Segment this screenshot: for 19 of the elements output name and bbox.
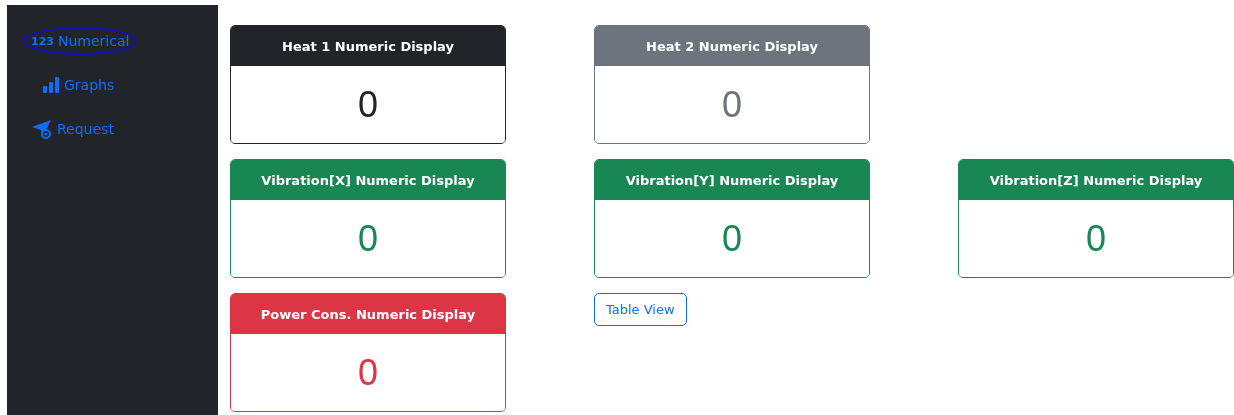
- card-header: Heat 1 Numeric Display: [231, 26, 505, 66]
- card-header: Vibration[Y] Numeric Display: [595, 160, 869, 200]
- sidebar-item[interactable]: Request: [7, 113, 218, 145]
- table-view-button[interactable]: Table View: [594, 293, 687, 326]
- card-header: Vibration[X] Numeric Display: [231, 160, 505, 200]
- sidebar-item[interactable]: Graphs: [7, 69, 218, 101]
- numeric-value: 0: [1086, 217, 1106, 260]
- bar-chart-icon: [42, 76, 60, 94]
- numeric-value: 0: [722, 217, 742, 260]
- paper-plane-icon: [31, 119, 53, 139]
- card-header: Vibration[Z] Numeric Display: [959, 160, 1233, 200]
- numeric-value: 0: [722, 83, 742, 126]
- numeric-value: 0: [358, 351, 378, 394]
- numeric-value: 0: [358, 83, 378, 126]
- sidebar-item[interactable]: 123 Numerical: [7, 25, 218, 57]
- card-header: Power Cons. Numeric Display: [231, 294, 505, 334]
- card-header: Heat 2 Numeric Display: [595, 26, 869, 66]
- numbers-icon: 123: [31, 34, 54, 48]
- numeric-value: 0: [358, 217, 378, 260]
